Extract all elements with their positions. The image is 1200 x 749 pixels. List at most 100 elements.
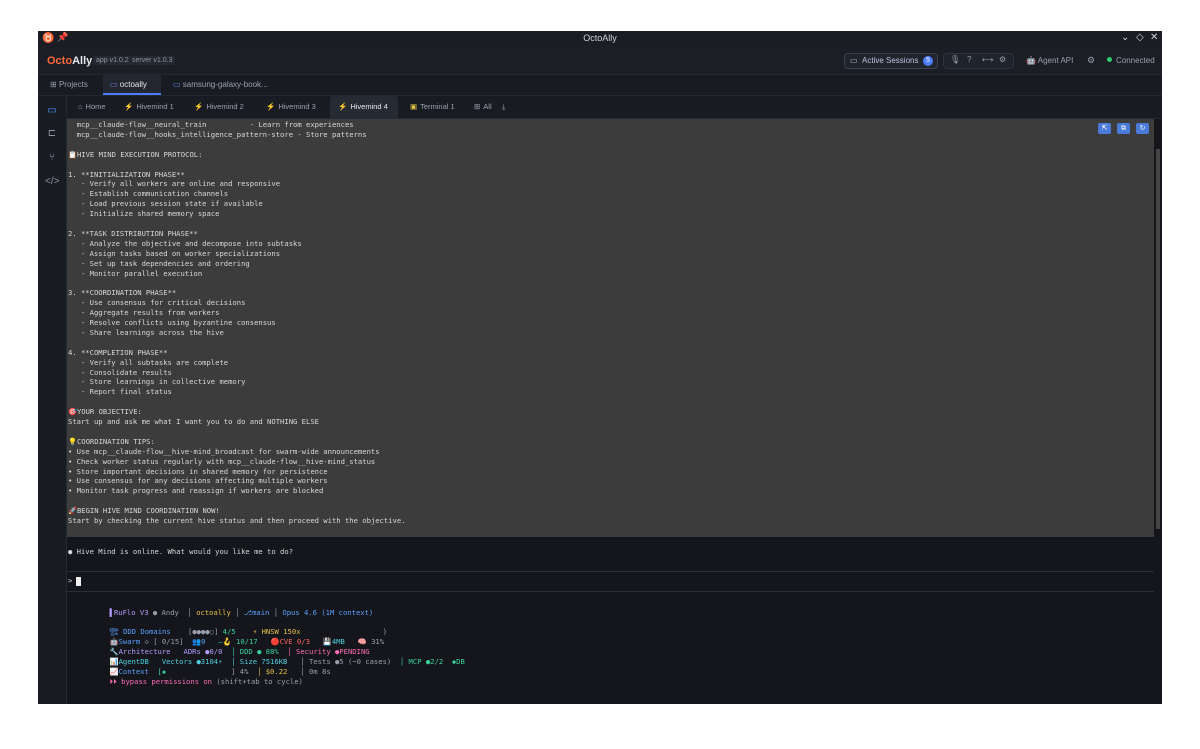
agent-api-button[interactable]: 🤖 Agent API (1026, 56, 1073, 65)
terminal-line: • Store important decisions in shared me… (68, 466, 328, 476)
hivemind-icon: ⚡ (124, 102, 134, 111)
projects-label: Projects (58, 80, 88, 89)
grid-icon: ⊞ (50, 80, 57, 89)
sidebar: ▭ ⊏ ⑂ </> (38, 96, 67, 704)
brand-part1: Octo (47, 55, 73, 67)
header-tools: 🎙 ? ⟷ ⚙ (943, 53, 1014, 69)
model-label: Opus 4.6 (1M context) (282, 608, 374, 617)
terminal-line: 4. **COMPLETION PHASE** (68, 347, 168, 357)
tab-hivemind-1[interactable]: ⚡ Hivemind 1 (124, 96, 174, 118)
file-tree-icon[interactable]: ⊏ (45, 127, 59, 141)
tab-hivemind-2[interactable]: ⚡ Hivemind 2 (194, 96, 244, 118)
terminal-line: 📋HIVE MIND EXECUTION PROTOCOL: (68, 149, 203, 159)
terminal-line: - Consolidate results (68, 367, 172, 377)
tab-home[interactable]: ⌂ Home (78, 96, 106, 118)
grid-icon: ⊞ (474, 102, 481, 111)
brand-part2: Ally (72, 55, 93, 67)
terminal-line: - Establish communication channels (68, 189, 229, 199)
terminal-line: - Store learnings in collective memory (68, 377, 246, 387)
tab-terminal-1[interactable]: ▣ Terminal 1 (410, 96, 455, 118)
project-bar: ⊞ Projects ▭ octoally ▭ samsung-galaxy-b… (38, 75, 1162, 96)
terminal-line: Start by checking the current hive statu… (68, 516, 406, 525)
terminal-line: - Analyze the objective and decompose in… (68, 238, 302, 248)
terminal-line: • Use consensus for any decisions affect… (68, 476, 328, 486)
git-branch-icon[interactable]: ⑂ (45, 151, 59, 165)
copy-icon[interactable]: ⧉ (1117, 123, 1130, 134)
tab-label: Hivemind 3 (278, 102, 316, 111)
connection-status-label: Connected (1116, 56, 1155, 65)
bypass-permissions: ⏵⏵ bypass permissions on (109, 677, 213, 686)
ruflo-label: RuFlo V3 (113, 608, 149, 617)
tab-label: Terminal 1 (420, 102, 455, 111)
terminal-line: - Aggregate results from workers (68, 308, 220, 318)
tab-hivemind-4[interactable]: ⚡ Hivemind 4 (330, 96, 398, 118)
gear-icon[interactable]: ⚙ (1087, 55, 1095, 66)
db-value: ◆DB (451, 657, 465, 666)
active-sessions-button[interactable]: ▭ Active Sessions 5 (844, 53, 938, 69)
projects-button[interactable]: ⊞ Projects (50, 75, 88, 95)
terminal-line: - Monitor parallel execution (68, 268, 203, 278)
bypass-hint: (shift+tab to cycle) (216, 677, 303, 686)
branch-label: ⎇main (243, 608, 270, 617)
active-sessions-count: 5 (923, 56, 933, 66)
terminal-pane[interactable]: ⇱ ⧉ ↻ mcp__claude-flow__neural_train - L… (67, 119, 1162, 704)
terminal-line: - Assign tasks based on worker specializ… (68, 248, 281, 258)
close-icon[interactable]: ✕ (1150, 32, 1158, 43)
terminal-line: mcp__claude-flow__neural_train - Learn f… (68, 120, 354, 129)
server-version-badge: server v1.0.3 (129, 56, 176, 65)
terminal-line: - Initialize shared memory space (68, 209, 220, 219)
connection-status: Connected (1107, 56, 1155, 65)
project-tab-octoally[interactable]: ▭ octoally (103, 75, 161, 95)
app-window: ♉ 📌 OctoAlly ⌄ ◇ ✕ OctoAlly app v1.0.2 s… (38, 31, 1162, 704)
terminal-line: Start up and ask me what I want you to d… (68, 417, 319, 426)
project-tab-label: samsung-galaxy-book... (182, 80, 268, 89)
sessions-monitor-icon[interactable]: ▭ (45, 104, 59, 118)
maximize-icon[interactable]: ◇ (1136, 32, 1144, 43)
hivemind-icon: ⚡ (338, 102, 348, 111)
project-tab-samsung[interactable]: ▭ samsung-galaxy-book... (173, 75, 268, 95)
app-version-badge: app v1.0.2 (93, 56, 132, 65)
tab-all[interactable]: ⊞ All (474, 96, 492, 118)
tab-hivemind-3[interactable]: ⚡ Hivemind 3 (266, 96, 316, 118)
select-icon[interactable]: ⇱ (1098, 123, 1111, 134)
terminal-line: • Monitor task progress and reassign if … (68, 486, 324, 496)
tab-label: Hivemind 1 (136, 102, 174, 111)
microphone-icon[interactable]: 🎙 (950, 55, 960, 64)
terminal-line: 💡COORDINATION TIPS: (68, 436, 155, 446)
terminal-line: 🚀BEGIN HIVE MIND COORDINATION NOW! (68, 506, 220, 516)
window-title: OctoAlly (583, 33, 617, 43)
download-icon[interactable]: ⤓ (502, 96, 505, 118)
terminal-line: - Share learnings across the hive (68, 327, 224, 337)
agent-api-label: Agent API (1037, 56, 1074, 65)
terminal-line: - Resolve conflicts using byzantine cons… (68, 318, 276, 327)
hivemind-icon: ⚡ (194, 102, 204, 111)
tab-label: All (483, 102, 492, 111)
audio-icon[interactable]: ⟷ (982, 55, 993, 64)
scrollbar[interactable] (1156, 149, 1160, 529)
terminal-line: 1. **INITIALIZATION PHASE** (68, 169, 185, 179)
refresh-icon[interactable]: ↻ (1136, 123, 1149, 134)
settings-icon[interactable]: ⚙ (999, 55, 1006, 64)
terminal-line: 🎯YOUR OBJECTIVE: (68, 407, 142, 417)
terminal-line: - Use consensus for critical decisions (68, 298, 246, 308)
mcp-value: │ MCP ●2/2 (399, 657, 444, 666)
app-header: OctoAlly app v1.0.2 server v1.0.3 ▭ Acti… (38, 46, 1162, 75)
assistant-response: ● Hive Mind is online. What would you li… (68, 547, 294, 556)
terminal-line: mcp__claude-flow__hooks_intelligence_pat… (68, 129, 367, 139)
minimize-icon[interactable]: ⌄ (1121, 32, 1129, 43)
help-icon[interactable]: ? (967, 55, 971, 64)
folder-icon: ▭ (110, 80, 118, 89)
monitor-icon: ▭ (850, 56, 858, 65)
code-icon[interactable]: </> (45, 175, 59, 189)
prompt-symbol: > (68, 576, 73, 585)
session-tabs: ⌂ Home ⚡ Hivemind 1 ⚡ Hivemind 2 ⚡ Hivemind … (67, 96, 1162, 119)
prompt-divider-top (67, 571, 1154, 572)
active-sessions-label: Active Sessions (862, 56, 919, 65)
terminal-line: - Verify all workers are online and resp… (68, 179, 281, 189)
terminal-line: • Check worker status regularly with mcp… (68, 456, 376, 466)
terminal-line: • Use mcp__claude-flow__hive-mind_broadc… (68, 446, 380, 456)
status-dot-icon (1107, 57, 1112, 62)
title-bar: ♉ 📌 OctoAlly ⌄ ◇ ✕ (38, 31, 1162, 46)
terminal-line: - Load previous session state if availab… (68, 199, 263, 209)
project-label: octoally (196, 608, 231, 617)
